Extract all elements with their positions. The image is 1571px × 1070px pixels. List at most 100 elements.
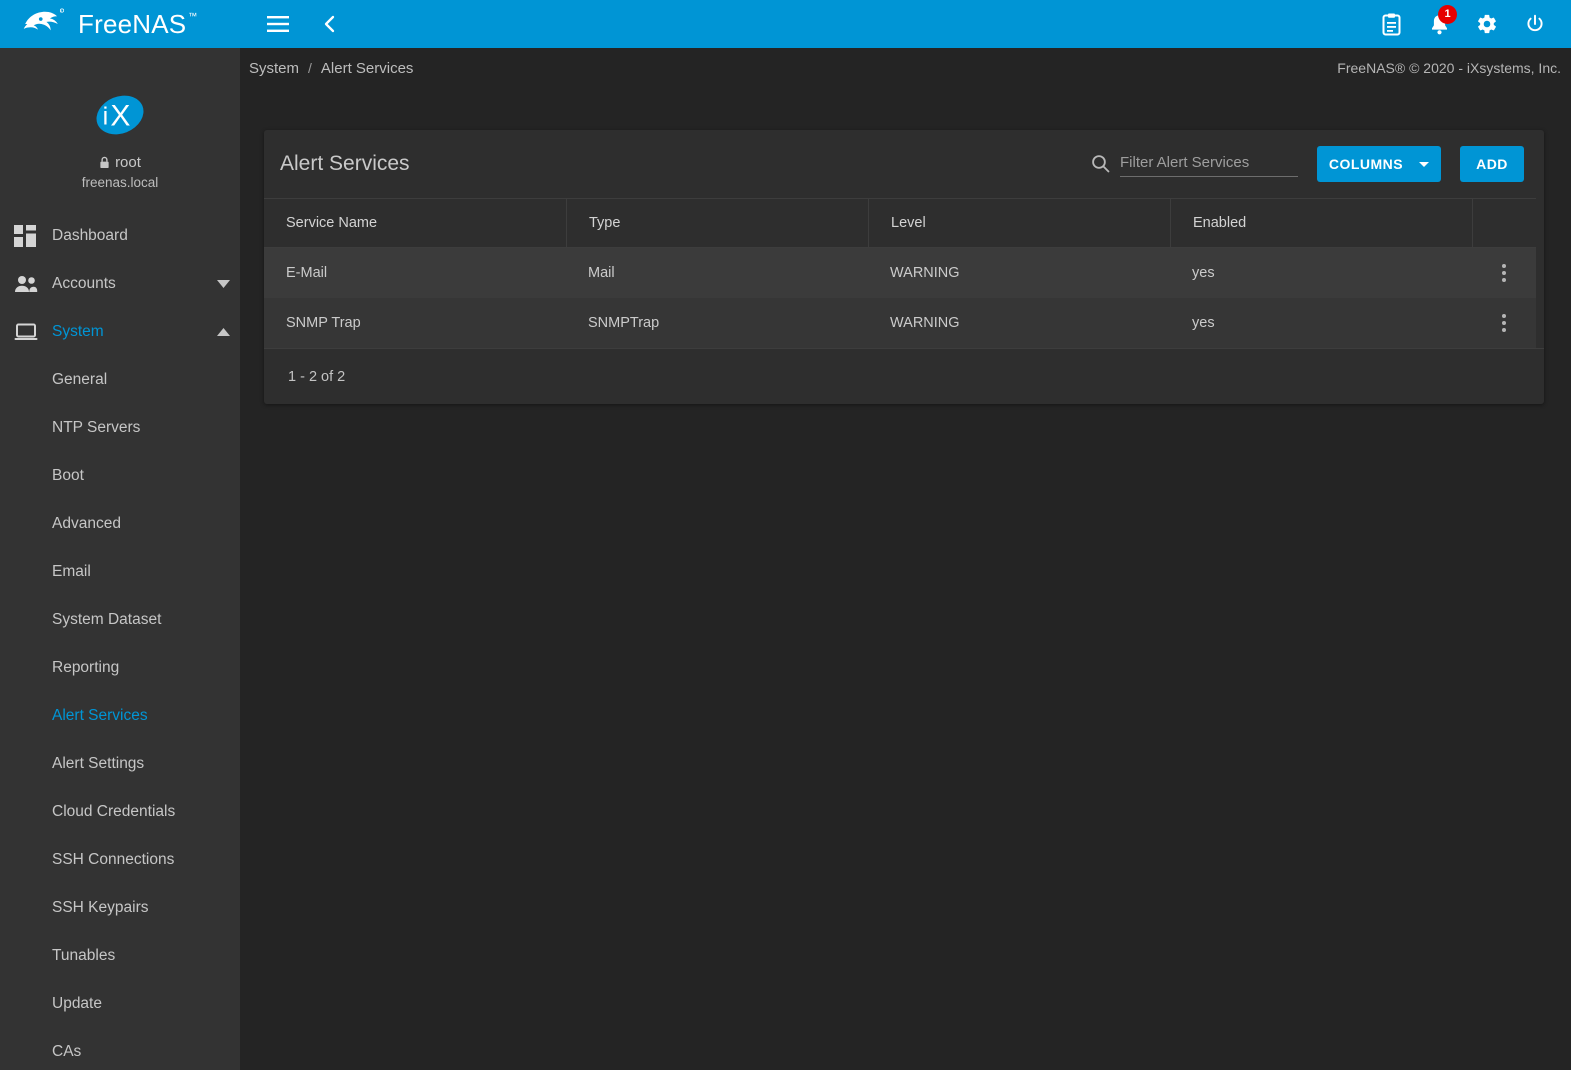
sidebar-username-row: root xyxy=(99,154,141,171)
chevron-up-icon[interactable] xyxy=(206,328,240,336)
sidebar-subitem-label: Boot xyxy=(52,467,84,485)
sidebar-subitem-label: Cloud Credentials xyxy=(52,803,175,821)
columns-button[interactable]: COLUMNS xyxy=(1317,146,1441,182)
freenas-fish-logo: R xyxy=(22,7,68,41)
sidebar-subitem-advanced[interactable]: Advanced xyxy=(0,500,240,548)
sidebar-subitem-reporting[interactable]: Reporting xyxy=(0,644,240,692)
sidebar-subitem-label: Reporting xyxy=(52,659,119,677)
sidebar-subitem-boot[interactable]: Boot xyxy=(0,452,240,500)
top-bar-actions: 1 xyxy=(1371,4,1555,44)
sidebar-item-system[interactable]: System xyxy=(0,308,240,356)
filter-search xyxy=(1091,152,1298,177)
clipboard-icon[interactable] xyxy=(1371,4,1411,44)
more-vertical-icon[interactable] xyxy=(1496,258,1512,288)
svg-text:R: R xyxy=(60,9,62,13)
lock-icon xyxy=(99,156,110,169)
sidebar-subitem-label: Tunables xyxy=(52,947,115,965)
sidebar-subitem-general[interactable]: General xyxy=(0,356,240,404)
cell-actions xyxy=(1472,248,1536,298)
power-icon[interactable] xyxy=(1515,4,1555,44)
add-button-label: ADD xyxy=(1476,156,1508,172)
brand-name-text: FreeNAS xyxy=(78,9,186,39)
table-paginator: 1 - 2 of 2 xyxy=(264,348,1544,404)
sidebar-subitem-ssh-connections[interactable]: SSH Connections xyxy=(0,836,240,884)
sidebar-subitem-system-dataset[interactable]: System Dataset xyxy=(0,596,240,644)
sidebar-subitem-tunables[interactable]: Tunables xyxy=(0,932,240,980)
page-title: Alert Services xyxy=(280,152,410,176)
cell-service-name: SNMP Trap xyxy=(264,298,566,348)
sidebar-subitem-alert-services[interactable]: Alert Services xyxy=(0,692,240,740)
dot xyxy=(1502,278,1506,282)
hamburger-menu-icon[interactable] xyxy=(258,4,298,44)
alert-services-table: Service Name Type Level Enabled E-Mail M… xyxy=(264,198,1536,348)
cell-actions xyxy=(1472,298,1536,348)
svg-text:i: i xyxy=(103,103,109,131)
sidebar-subitem-label: Advanced xyxy=(52,515,121,533)
breadcrumb-current: Alert Services xyxy=(321,60,414,77)
sidebar-hostname: freenas.local xyxy=(82,175,159,190)
ix-systems-logo: i X xyxy=(89,84,151,146)
sidebar-subitem-email[interactable]: Email xyxy=(0,548,240,596)
sidebar-subitem-cas[interactable]: CAs xyxy=(0,1028,240,1070)
bell-icon[interactable]: 1 xyxy=(1419,4,1459,44)
people-icon xyxy=(14,275,52,293)
sidebar-subitem-ssh-keypairs[interactable]: SSH Keypairs xyxy=(0,884,240,932)
table-row[interactable]: SNMP Trap SNMPTrap WARNING yes xyxy=(264,298,1536,348)
sidebar-item-dashboard[interactable]: Dashboard xyxy=(0,212,240,260)
cell-level: WARNING xyxy=(868,248,1170,298)
brand-logo-area: R FreeNAS ™ xyxy=(0,0,240,48)
chevron-down-icon[interactable] xyxy=(206,280,240,288)
cell-type: SNMPTrap xyxy=(566,298,868,348)
search-icon[interactable] xyxy=(1091,154,1110,177)
breadcrumb-root[interactable]: System xyxy=(249,60,299,77)
cell-enabled: yes xyxy=(1170,298,1472,348)
columns-button-label: COLUMNS xyxy=(1329,156,1403,172)
brand-name: FreeNAS ™ xyxy=(78,9,186,40)
sidebar-subitem-alert-settings[interactable]: Alert Settings xyxy=(0,740,240,788)
sidebar-username: root xyxy=(115,154,141,171)
sidebar-nav: Dashboard Accounts xyxy=(0,212,240,1070)
column-header-actions xyxy=(1472,199,1536,247)
chevron-left-icon[interactable] xyxy=(310,4,350,44)
cell-level: WARNING xyxy=(868,298,1170,348)
sidebar-item-label: Dashboard xyxy=(52,227,206,245)
search-input[interactable] xyxy=(1120,152,1298,177)
column-header-level[interactable]: Level xyxy=(868,199,1170,247)
sidebar-subitem-label: Email xyxy=(52,563,91,581)
sidebar: i X root freenas.local Dashboard xyxy=(0,48,240,1070)
table-header-row: Service Name Type Level Enabled xyxy=(264,198,1536,248)
card-header: Alert Services COLUMNS A xyxy=(264,130,1544,198)
cell-service-name: E-Mail xyxy=(264,248,566,298)
sidebar-subitem-label: Alert Services xyxy=(52,707,148,725)
sidebar-subitem-ntp-servers[interactable]: NTP Servers xyxy=(0,404,240,452)
copyright-text: FreeNAS® © 2020 - iXsystems, Inc. xyxy=(1337,60,1561,76)
sidebar-subitem-label: NTP Servers xyxy=(52,419,140,437)
sidebar-subitem-label: SSH Connections xyxy=(52,851,174,869)
breadcrumb-separator: / xyxy=(308,60,312,76)
add-button[interactable]: ADD xyxy=(1460,146,1524,182)
main-content: System / Alert Services FreeNAS® © 2020 … xyxy=(240,48,1571,1070)
alert-services-card: Alert Services COLUMNS A xyxy=(264,130,1544,404)
laptop-icon xyxy=(14,323,52,341)
sidebar-item-accounts[interactable]: Accounts xyxy=(0,260,240,308)
more-vertical-icon[interactable] xyxy=(1496,308,1512,338)
column-header-type[interactable]: Type xyxy=(566,199,868,247)
sidebar-subitem-cloud-credentials[interactable]: Cloud Credentials xyxy=(0,788,240,836)
sidebar-subitem-label: SSH Keypairs xyxy=(52,899,148,917)
svg-text:X: X xyxy=(110,100,130,133)
cell-enabled: yes xyxy=(1170,248,1472,298)
cell-type: Mail xyxy=(566,248,868,298)
card-header-actions: COLUMNS ADD xyxy=(1091,146,1524,182)
paginator-range: 1 - 2 of 2 xyxy=(288,369,345,385)
table-row[interactable]: E-Mail Mail WARNING yes xyxy=(264,248,1536,298)
column-header-service-name[interactable]: Service Name xyxy=(264,199,566,247)
sidebar-subitem-label: Update xyxy=(52,995,102,1013)
sidebar-item-label: System xyxy=(52,323,206,341)
sidebar-subitem-update[interactable]: Update xyxy=(0,980,240,1028)
gear-icon[interactable] xyxy=(1467,4,1507,44)
sidebar-subitem-label: Alert Settings xyxy=(52,755,144,773)
dashboard-grid-icon xyxy=(14,225,52,247)
top-bar-main: 1 xyxy=(240,0,1571,48)
breadcrumb: System / Alert Services FreeNAS® © 2020 … xyxy=(240,48,1571,88)
column-header-enabled[interactable]: Enabled xyxy=(1170,199,1472,247)
